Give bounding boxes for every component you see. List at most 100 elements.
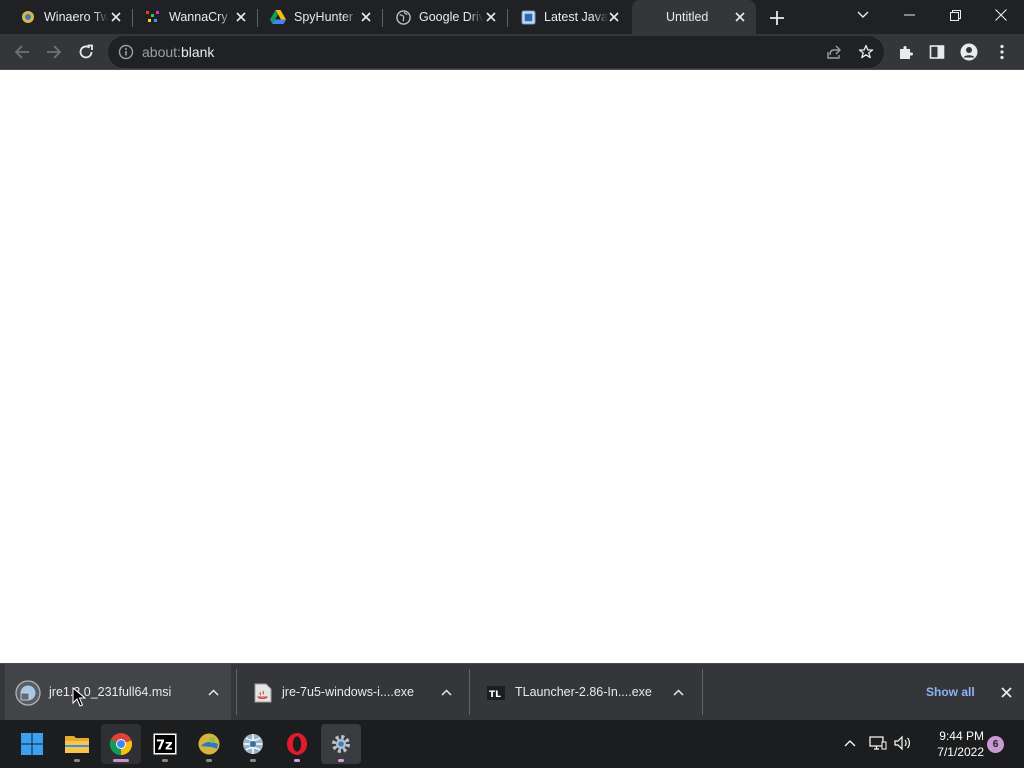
chevron-up-icon[interactable] [206,685,220,699]
7zip-icon: 7z [153,733,177,755]
bookmark-star-icon[interactable] [856,42,876,62]
download-separator [702,669,703,715]
volume-tray-icon[interactable] [893,732,913,754]
wannacry-icon [145,9,161,25]
download-item-tlauncher[interactable]: TL TLauncher-2.86-In....exe [471,664,701,721]
running-indicator [338,759,344,762]
java-doc-icon [520,9,536,25]
tab-untitled[interactable]: Untitled [632,0,756,34]
winaero-icon [198,733,220,755]
extensions-button[interactable] [892,38,920,66]
side-panel-icon [929,45,945,59]
puzzle-icon [900,46,913,59]
profile-avatar-icon [960,43,978,61]
globe-icon [395,9,411,25]
tlauncher-icon: TL [483,680,509,706]
close-icon [995,9,1007,21]
close-tab-icon[interactable] [358,9,374,25]
notification-badge[interactable]: 6 [987,736,1004,753]
back-button[interactable] [8,38,36,66]
download-filename: TLauncher-2.86-In....exe [515,685,652,699]
taskbar-chrome[interactable] [101,724,141,764]
tab-title: Latest Java [544,10,608,24]
reload-icon [79,44,93,59]
winaero-icon [20,9,36,25]
share-icon[interactable] [824,42,844,62]
start-icon [21,733,43,755]
profile-button[interactable] [955,38,983,66]
show-hidden-icons-button[interactable] [840,732,860,754]
blank-page-content [0,70,1024,663]
tab-title: Google Drive [419,10,483,24]
tab-spyhunter[interactable]: SpyHunter [258,0,383,34]
settings-icon [332,735,350,753]
close-shelf-icon[interactable] [998,684,1014,700]
close-tab-icon[interactable] [108,9,124,25]
close-window-button[interactable] [978,0,1024,30]
running-indicator [294,759,300,762]
running-indicator [74,759,80,762]
mouse-cursor-icon [72,687,86,707]
plus-icon [770,11,784,25]
tab-google-drive[interactable]: Google Drive [383,0,508,34]
taskbar-7zip[interactable]: 7z [145,724,185,764]
kebab-menu-icon [1000,44,1004,60]
back-arrow-icon [14,45,29,59]
browser-toolbar: about:blank [0,34,1024,70]
download-shelf: jre1.8.0_231full64.msi jre-7u5-windows-i… [0,663,1024,721]
info-icon[interactable] [118,44,134,60]
minimize-button[interactable] [886,0,932,30]
clock-date: 7/1/2022 [937,745,984,759]
tab-wannacry[interactable]: WannaCry ransomware [133,0,258,34]
taskbar-opera[interactable] [277,724,317,764]
tab-title: WannaCry ransomware [169,10,233,24]
menu-button[interactable] [988,38,1016,66]
msi-installer-icon [15,680,41,706]
reload-button[interactable] [72,38,100,66]
side-panel-button[interactable] [923,38,951,66]
minimize-icon [903,14,915,16]
running-indicator [162,759,168,762]
tab-search-button[interactable] [840,0,886,30]
svg-text:TL: TL [489,690,501,700]
close-tab-icon[interactable] [732,9,748,25]
taskbar-network-app[interactable] [233,724,273,764]
tab-title: SpyHunter [294,10,354,24]
url-text: about:blank [142,44,214,60]
java-installer-icon [250,680,276,706]
tab-latest-java[interactable]: Latest Java [508,0,630,34]
tab-winaero[interactable]: Winaero Tweaker [8,0,133,34]
show-all-downloads-link[interactable]: Show all [926,685,975,699]
network-tray-icon[interactable] [868,732,888,754]
restore-icon [949,9,961,21]
close-tab-icon[interactable] [233,9,249,25]
url-scheme: about: [142,44,181,60]
url-path: blank [180,44,215,60]
chevron-up-icon[interactable] [439,685,453,699]
chevron-up-icon [844,740,856,747]
taskbar-file-explorer[interactable] [57,724,97,764]
windows-taskbar: 7z 9:44 PM 7/1/2022 6 [0,720,1024,768]
close-tab-icon[interactable] [606,9,622,25]
network-app-icon [243,734,263,754]
chevron-up-icon[interactable] [671,685,685,699]
download-separator [469,669,470,715]
google-drive-icon [270,9,286,25]
forward-button[interactable] [40,38,68,66]
file-explorer-icon [65,736,89,753]
forward-arrow-icon [47,45,62,59]
chrome-icon [109,733,133,756]
download-separator [236,669,237,715]
system-clock[interactable]: 9:44 PM 7/1/2022 [920,728,984,760]
running-indicator [250,759,256,762]
download-item-jre-msi[interactable]: jre1.8.0_231full64.msi [5,664,231,721]
new-tab-button[interactable] [766,7,788,29]
taskbar-settings[interactable] [321,724,361,764]
download-item-jre-exe[interactable]: jre-7u5-windows-i....exe [238,664,468,721]
restore-button[interactable] [932,0,978,30]
start-button[interactable] [12,724,52,764]
taskbar-winaero[interactable] [189,724,229,764]
running-indicator [206,759,212,762]
close-tab-icon[interactable] [483,9,499,25]
address-bar[interactable]: about:blank [108,36,884,68]
